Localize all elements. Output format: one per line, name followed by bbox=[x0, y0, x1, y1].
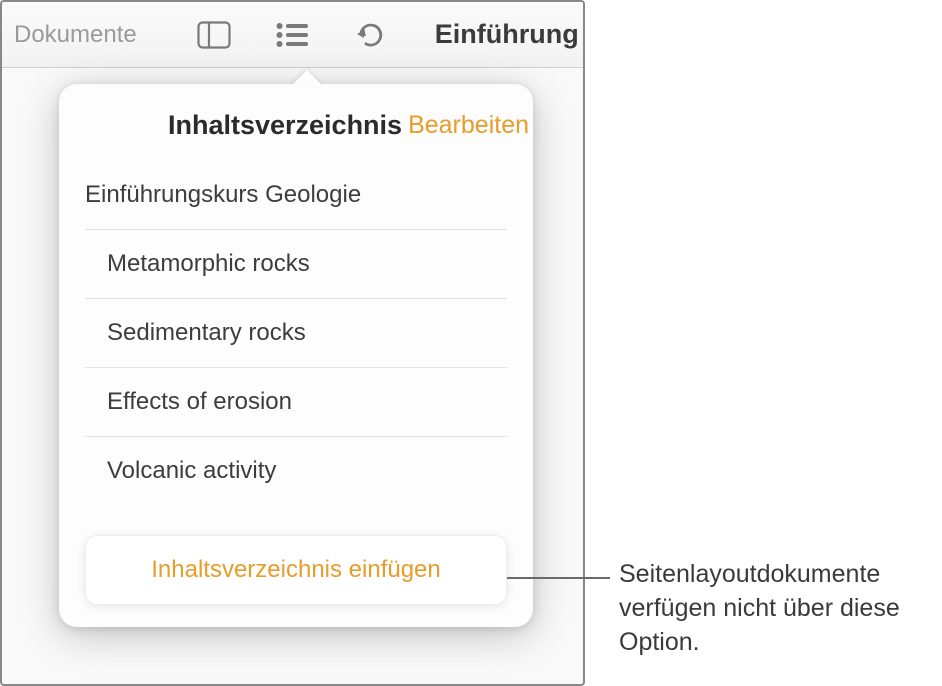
edit-button[interactable]: Bearbeiten bbox=[408, 111, 529, 140]
toolbar: Dokumente bbox=[2, 2, 583, 68]
popover-header: Inhaltsverzeichnis Bearbeiten bbox=[59, 110, 533, 155]
insert-toc-button[interactable]: Inhaltsverzeichnis einfügen bbox=[85, 535, 507, 605]
callout-annotation: Seitenlayoutdokumente verfügen nicht übe… bbox=[619, 558, 929, 659]
document-title: Einführung bbox=[435, 19, 579, 50]
toolbar-icon-group bbox=[195, 16, 389, 54]
toc-item[interactable]: Sedimentary rocks bbox=[85, 299, 507, 368]
documents-back-button[interactable]: Dokumente bbox=[14, 21, 137, 49]
toc-item[interactable]: Metamorphic rocks bbox=[85, 230, 507, 299]
undo-icon[interactable] bbox=[351, 16, 389, 54]
sidebar-toggle-icon[interactable] bbox=[195, 16, 233, 54]
popover-title: Inhaltsverzeichnis bbox=[168, 110, 402, 141]
toc-popover: Inhaltsverzeichnis Bearbeiten Einführung… bbox=[59, 84, 533, 627]
callout-text: Seitenlayoutdokumente verfügen nicht übe… bbox=[619, 558, 929, 659]
table-of-contents-icon[interactable] bbox=[273, 16, 311, 54]
toc-item[interactable]: Einführungskurs Geologie bbox=[85, 155, 507, 230]
app-frame: Dokumente bbox=[0, 0, 585, 686]
toc-item[interactable]: Volcanic activity bbox=[85, 437, 507, 505]
toc-list: Einführungskurs Geologie Metamorphic roc… bbox=[59, 155, 533, 505]
callout-leader-line bbox=[507, 577, 610, 579]
toc-item[interactable]: Effects of erosion bbox=[85, 368, 507, 437]
